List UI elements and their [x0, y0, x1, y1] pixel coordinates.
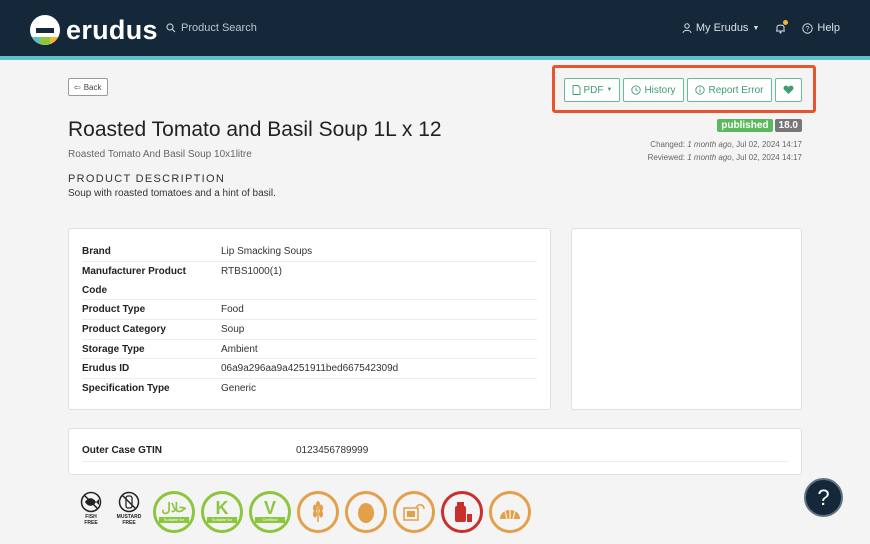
reviewed-date: , Jul 02, 2024 14:17: [731, 153, 802, 162]
reviewed-relative: 1 month ago: [687, 153, 732, 162]
dietary-icons-row: FISH FREE MUSTARD FREE حلال Suitable for K…: [77, 491, 531, 533]
spec-row-erudus-id: Erudus ID 06a9a296aa9a4251911bed66754230…: [82, 359, 537, 379]
gtin-card: Outer Case GTIN 0123456789999: [68, 428, 802, 475]
soya-icon: [393, 491, 435, 533]
milk-icon: [441, 491, 483, 533]
caret-down-icon: ▼: [606, 87, 613, 93]
spec-value: Lip Smacking Soups: [221, 246, 313, 257]
gtin-value: 0123456789999: [296, 445, 369, 456]
vegetarian-ribbon: Certified: [255, 517, 285, 523]
spec-row-specification-type: Specification Type Generic: [82, 379, 537, 398]
notifications-button[interactable]: [775, 20, 789, 34]
heart-icon: [783, 85, 794, 94]
logo-text: erudus: [66, 15, 158, 45]
published-badge: published: [717, 119, 773, 132]
file-pdf-icon: [572, 85, 580, 95]
changed-date: , Jul 02, 2024 14:17: [731, 140, 802, 149]
logo-mark-icon: [30, 15, 60, 45]
product-search-link[interactable]: Product Search: [166, 22, 257, 34]
erudus-logo[interactable]: erudus: [30, 15, 158, 45]
notification-dot: [783, 20, 789, 25]
spec-label: Erudus ID: [82, 363, 130, 374]
help-link[interactable]: ? Help: [802, 22, 840, 34]
clock-icon: [631, 85, 642, 95]
svg-text:?: ?: [806, 26, 810, 33]
fish-free-icon: FISH FREE: [77, 491, 105, 533]
status-badges: published 18.0: [717, 119, 802, 132]
specification-card: Brand Lip Smacking Soups Manufacturer Pr…: [68, 228, 551, 410]
version-badge: 18.0: [774, 119, 802, 132]
product-title: Roasted Tomato and Basil Soup 1L x 12: [68, 118, 442, 141]
kosher-ribbon: Suitable for: [207, 517, 237, 523]
reviewed-meta: Reviewed: 1 month ago, Jul 02, 2024 14:1…: [648, 153, 802, 162]
question-circle-icon: ?: [802, 22, 814, 34]
spec-value: Generic: [221, 383, 257, 394]
gtin-row: Outer Case GTIN 0123456789999: [82, 441, 788, 462]
spec-label: Product Type: [82, 304, 146, 315]
spec-label: Product Category: [82, 324, 166, 335]
spec-row-brand: Brand Lip Smacking Soups: [82, 242, 537, 262]
help-label: Help: [817, 22, 840, 34]
arrow-left-icon: ⇦: [74, 82, 81, 92]
description-text: Soup with roasted tomatoes and a hint of…: [68, 188, 276, 199]
back-button[interactable]: ⇦ Back: [68, 78, 108, 96]
fish-free-label: FISH FREE: [84, 514, 98, 526]
spec-value: RTBS1000(1): [221, 266, 282, 277]
report-error-button[interactable]: Report Error: [687, 78, 772, 102]
search-label: Product Search: [181, 22, 257, 34]
spec-label: Storage Type: [82, 344, 145, 355]
egg-icon: [345, 491, 387, 533]
gluten-icon: [297, 491, 339, 533]
top-navigation-bar: erudus Product Search My Erudus ▼ ? Help: [0, 0, 870, 60]
history-button[interactable]: History: [623, 78, 684, 102]
reviewed-label: Reviewed:: [647, 153, 685, 162]
report-error-label: Report Error: [708, 84, 764, 96]
help-chat-button[interactable]: ?: [804, 478, 843, 517]
kosher-icon: K Suitable for: [201, 491, 243, 533]
info-circle-icon: [695, 85, 706, 95]
halal-ribbon: Suitable for: [159, 517, 189, 523]
search-icon: [166, 23, 176, 33]
gtin-label: Outer Case GTIN: [82, 445, 163, 456]
mustard-free-label: MUSTARD FREE: [116, 514, 142, 526]
chevron-down-icon: ▼: [752, 24, 760, 32]
spec-label: Brand: [82, 246, 111, 257]
spec-value: Soup: [221, 324, 245, 335]
vegetarian-icon: V Certified: [249, 491, 291, 533]
help-bubble-glyph: ?: [817, 484, 830, 510]
spec-label: Manufacturer Product: [82, 266, 186, 277]
spec-value: 06a9a296aa9a4251911bed667542309d: [221, 363, 399, 374]
favorite-button[interactable]: [775, 78, 802, 102]
spec-value: Food: [221, 304, 244, 315]
changed-relative: 1 month ago: [687, 140, 732, 149]
my-erudus-menu[interactable]: My Erudus ▼: [682, 22, 760, 34]
shellfish-icon: [489, 491, 531, 533]
my-erudus-label: My Erudus: [695, 22, 749, 34]
pdf-button[interactable]: PDF ▼: [564, 78, 620, 102]
pdf-label: PDF: [583, 84, 604, 96]
mustard-free-icon: MUSTARD FREE: [111, 491, 147, 533]
user-icon: [682, 23, 692, 33]
spec-value: Ambient: [221, 344, 258, 355]
description-heading: PRODUCT DESCRIPTION: [68, 173, 226, 185]
changed-label: Changed:: [650, 140, 685, 149]
changed-meta: Changed: 1 month ago, Jul 02, 2024 14:17: [650, 140, 802, 149]
history-label: History: [644, 84, 676, 96]
product-image-card: [571, 228, 802, 410]
spec-row-manufacturer-code: Manufacturer Product Code RTBS1000(1): [82, 262, 537, 300]
spec-label: Specification Type: [82, 383, 170, 394]
spec-row-product-type: Product Type Food: [82, 300, 537, 320]
product-subtitle: Roasted Tomato And Basil Soup 10x1litre: [68, 149, 252, 160]
back-label: Back: [83, 82, 102, 92]
halal-icon: حلال Suitable for: [153, 491, 195, 533]
spec-row-storage-type: Storage Type Ambient: [82, 340, 537, 359]
spec-label-continued: Code: [82, 285, 107, 296]
spec-row-product-category: Product Category Soup: [82, 320, 537, 340]
